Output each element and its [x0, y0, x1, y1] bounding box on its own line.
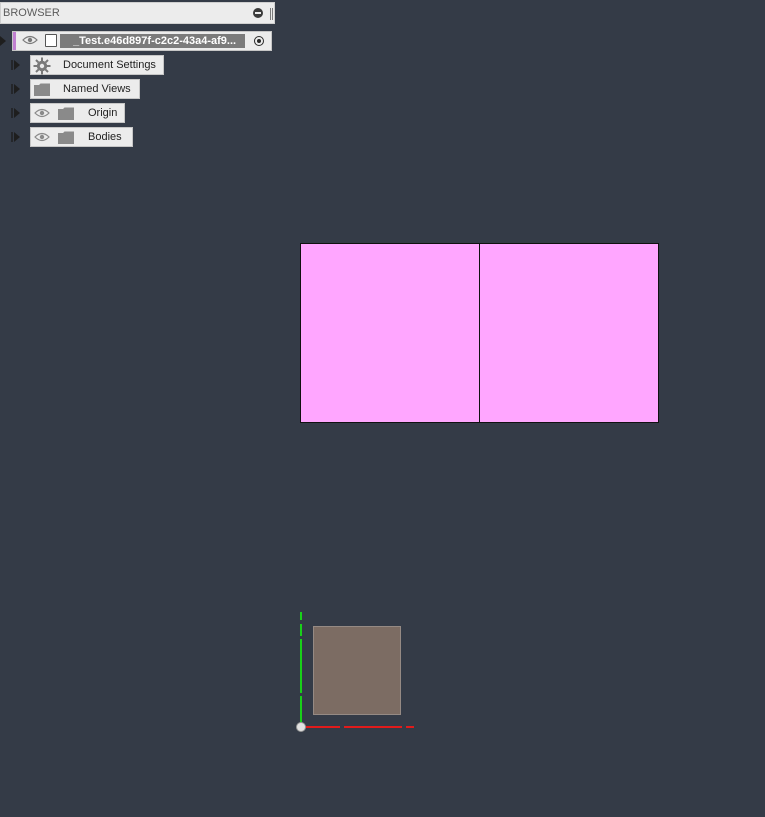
- y-axis-gap: [300, 636, 302, 639]
- root-component-label: _Test.e46d897f-c2c2-43a4-af9...: [73, 35, 237, 47]
- x-axis-line: [302, 726, 414, 728]
- collapse-icon[interactable]: [253, 8, 263, 18]
- browser-node-named-views[interactable]: Named Views: [30, 79, 140, 99]
- activate-component-icon[interactable]: [254, 36, 264, 46]
- origin-point[interactable]: [296, 722, 306, 732]
- folder-icon: [58, 131, 74, 144]
- body-face-left[interactable]: [300, 243, 480, 423]
- y-axis-line: [300, 612, 302, 726]
- eye-icon[interactable]: [34, 132, 50, 142]
- node-label: Named Views: [63, 83, 131, 95]
- folder-icon: [58, 107, 74, 120]
- y-axis-gap: [300, 620, 302, 624]
- sketch-profile[interactable]: [313, 626, 401, 715]
- node-label: Origin: [88, 107, 118, 119]
- node-label: Document Settings: [63, 59, 156, 71]
- expand-arrow-icon[interactable]: [11, 59, 21, 71]
- browser-node-origin[interactable]: Origin: [30, 103, 125, 123]
- expand-arrow-icon[interactable]: [11, 83, 21, 95]
- eye-icon[interactable]: [34, 108, 50, 118]
- body-face-right[interactable]: [479, 243, 659, 423]
- browser-node-document-settings[interactable]: Document Settings: [30, 55, 164, 75]
- x-axis-gap: [340, 726, 344, 728]
- browser-node-bodies[interactable]: Bodies: [30, 127, 133, 147]
- browser-panel-header: BROWSER: [0, 2, 275, 24]
- gear-icon: [33, 57, 51, 75]
- active-component-accent: [13, 32, 16, 50]
- expand-arrow-icon[interactable]: [11, 131, 21, 143]
- browser-root-component[interactable]: _Test.e46d897f-c2c2-43a4-af9...: [12, 31, 272, 51]
- browser-title: BROWSER: [3, 7, 60, 19]
- root-expand-arrow-icon[interactable]: [0, 36, 6, 46]
- x-axis-gap: [402, 726, 406, 728]
- y-axis-gap: [300, 693, 302, 696]
- component-icon: [45, 34, 57, 47]
- expand-arrow-icon[interactable]: [11, 107, 21, 119]
- panel-pin-icon[interactable]: [270, 8, 273, 20]
- node-label: Bodies: [88, 131, 122, 143]
- eye-icon[interactable]: [22, 35, 38, 45]
- folder-icon: [34, 83, 50, 96]
